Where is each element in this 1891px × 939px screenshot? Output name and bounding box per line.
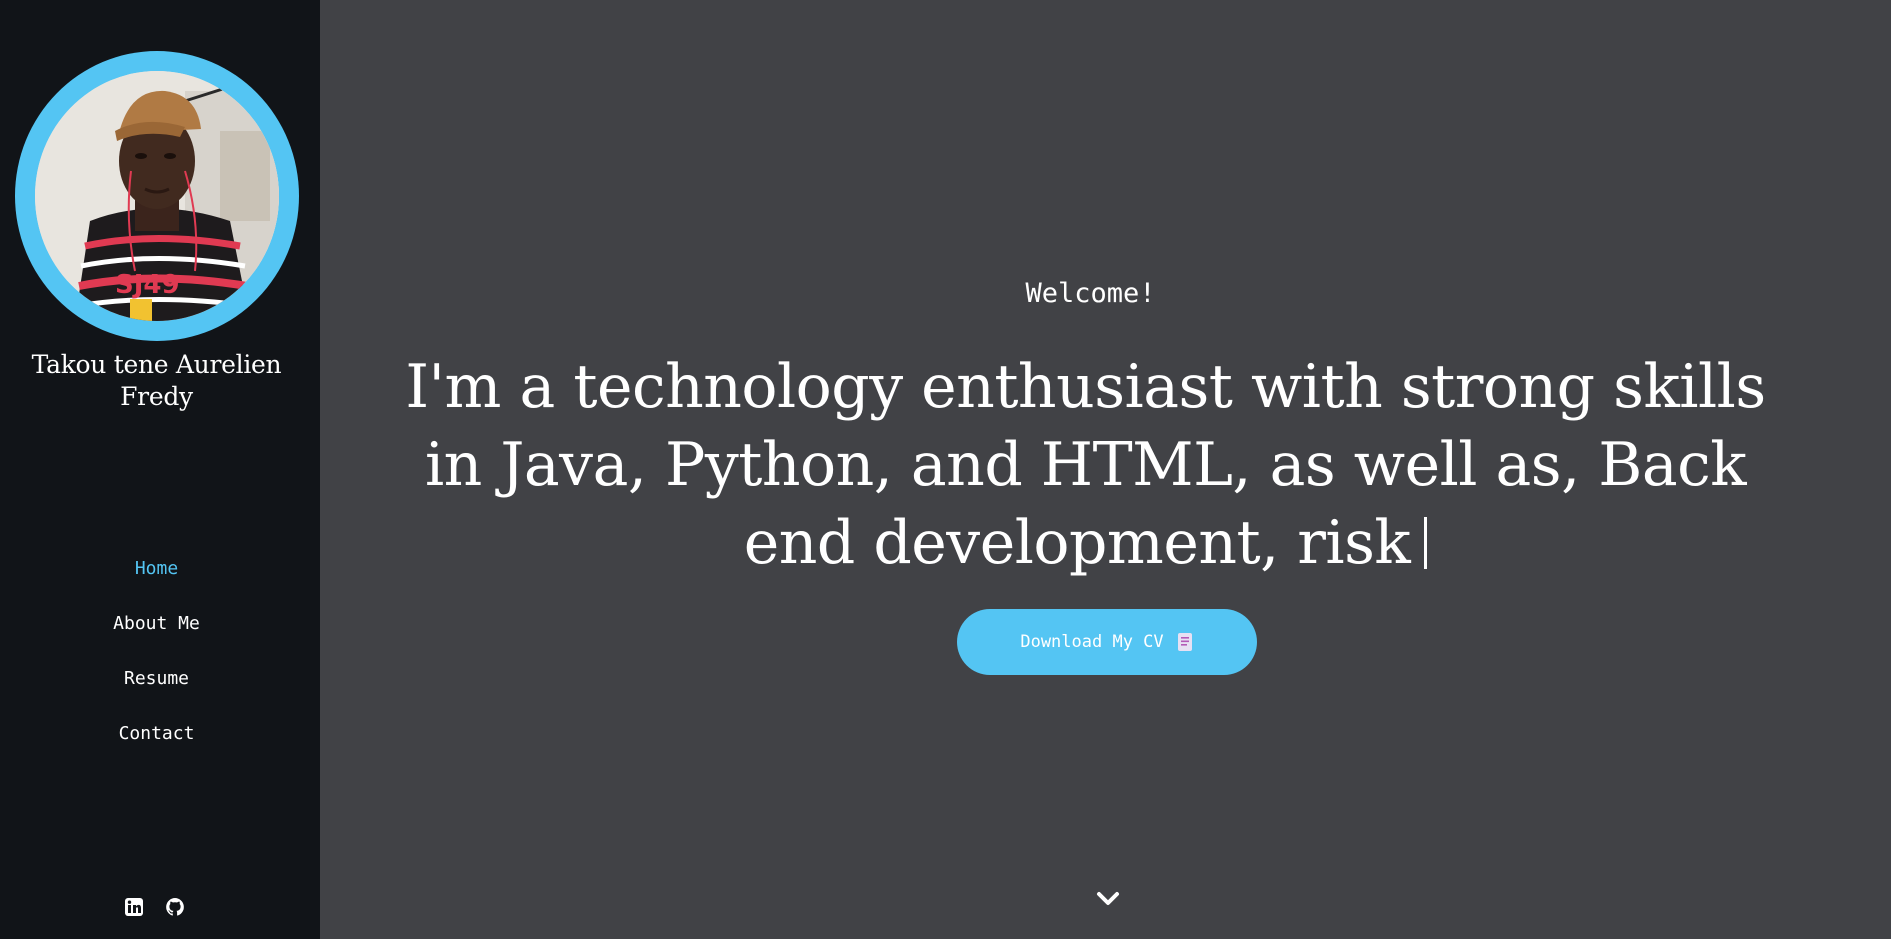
nav-item-resume[interactable]: Resume bbox=[0, 663, 313, 718]
nav-item-contact[interactable]: Contact bbox=[0, 718, 313, 773]
avatar: SJ49 bbox=[35, 71, 279, 321]
linkedin-icon[interactable] bbox=[124, 897, 144, 917]
hero-headline: I'm a technology enthusiast with strong … bbox=[390, 348, 1781, 582]
chevron-down-icon[interactable] bbox=[1094, 888, 1122, 910]
portfolio-page: SJ49 Takou tene Aurelien Fredy Home Abou… bbox=[0, 0, 1891, 939]
download-cv-label: Download My CV bbox=[1020, 632, 1164, 652]
nav-item-about-me[interactable]: About Me bbox=[0, 608, 313, 663]
profile-name: Takou tene Aurelien Fredy bbox=[31, 350, 282, 411]
svg-text:SJ49: SJ49 bbox=[115, 270, 180, 300]
download-cv-button[interactable]: Download My CV bbox=[957, 609, 1257, 675]
hero-section: Welcome! I'm a technology enthusiast wit… bbox=[320, 0, 1891, 939]
nav-item-home[interactable]: Home bbox=[0, 553, 313, 608]
sidebar: SJ49 Takou tene Aurelien Fredy Home Abou… bbox=[0, 0, 320, 939]
avatar-photo: SJ49 bbox=[35, 71, 279, 321]
avatar-ring: SJ49 bbox=[15, 51, 299, 341]
document-icon bbox=[1177, 633, 1192, 651]
sidebar-nav: Home About Me Resume Contact bbox=[0, 553, 313, 773]
welcome-text: Welcome! bbox=[1025, 278, 1156, 309]
typing-cursor bbox=[1424, 517, 1428, 569]
hero-headline-text: I'm a technology enthusiast with strong … bbox=[405, 352, 1766, 578]
social-links bbox=[124, 897, 185, 917]
github-icon[interactable] bbox=[165, 897, 185, 917]
